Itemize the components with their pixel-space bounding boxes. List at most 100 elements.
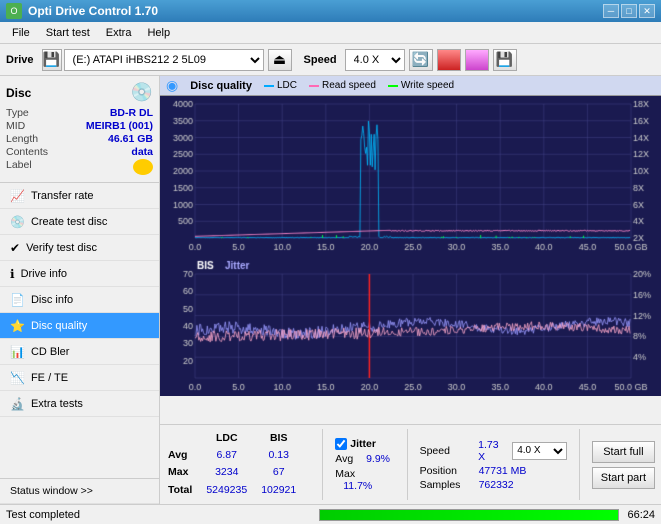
- status-window-button[interactable]: Status window >>: [0, 478, 159, 504]
- title-bar-controls: ─ □ ✕: [603, 4, 655, 18]
- color2-button[interactable]: [465, 49, 489, 71]
- max-bis: 67: [261, 465, 308, 481]
- stats-row-total: Total 5249235 102921: [168, 482, 308, 498]
- speed-select[interactable]: 4.0 X 1.0 X 2.0 X 8.0 X: [345, 49, 405, 71]
- nav-drive-info[interactable]: ℹ Drive info: [0, 261, 159, 287]
- legend-ldc-dot: [264, 85, 274, 87]
- app-icon: O: [6, 3, 22, 19]
- legend-read-speed-dot: [309, 85, 319, 87]
- jitter-max-value: 11.7%: [343, 480, 372, 492]
- chart-header: ◉ Disc quality LDC Read speed Write spee…: [160, 76, 661, 96]
- samples-row: Samples 762332: [420, 479, 567, 491]
- status-window-label: Status window >>: [10, 485, 93, 497]
- stats-area: LDC BIS Avg 6.87 0.13 Max 3234 67: [160, 424, 661, 504]
- maximize-button[interactable]: □: [621, 4, 637, 18]
- label-max: Max: [168, 465, 204, 481]
- divider2: [407, 429, 408, 500]
- fe-te-icon: 📉: [10, 371, 25, 385]
- menu-bar: File Start test Extra Help: [0, 22, 661, 44]
- drive-label: Drive: [6, 54, 34, 66]
- col-empty: [168, 431, 204, 445]
- disc-row-mid: MID MEIRB1 (001): [6, 120, 153, 132]
- nav-transfer-rate[interactable]: 📈 Transfer rate: [0, 183, 159, 209]
- chart-wrapper: ◉ Disc quality LDC Read speed Write spee…: [160, 76, 661, 504]
- chart-title: Disc quality: [190, 80, 252, 92]
- refresh-button[interactable]: 🔄: [409, 49, 433, 71]
- menu-file[interactable]: File: [4, 25, 38, 41]
- charts-container: [160, 96, 661, 424]
- drive-icon: 💾: [42, 49, 62, 71]
- main-content: Disc 💿 Type BD-R DL MID MEIRB1 (001) Len…: [0, 76, 661, 504]
- total-bis: 102921: [261, 482, 308, 498]
- nav-create-test-disc-label: Create test disc: [31, 216, 107, 228]
- create-test-disc-icon: 💿: [10, 215, 25, 229]
- nav-disc-info[interactable]: 📄 Disc info: [0, 287, 159, 313]
- legend-ldc-label: LDC: [277, 80, 297, 91]
- avg-bis: 0.13: [261, 447, 308, 463]
- nav-transfer-rate-label: Transfer rate: [31, 190, 94, 202]
- nav-fe-te-label: FE / TE: [31, 372, 68, 384]
- sidebar: Disc 💿 Type BD-R DL MID MEIRB1 (001) Len…: [0, 76, 160, 504]
- disc-quality-icon: ⭐: [10, 319, 25, 333]
- legend-write-speed-label: Write speed: [401, 80, 454, 91]
- jitter-header: Jitter: [335, 438, 394, 450]
- menu-extra[interactable]: Extra: [98, 25, 140, 41]
- disc-info-panel: Disc 💿 Type BD-R DL MID MEIRB1 (001) Len…: [0, 76, 159, 183]
- nav-verify-test-disc[interactable]: ✔ Verify test disc: [0, 235, 159, 261]
- cd-bler-icon: 📊: [10, 345, 25, 359]
- close-button[interactable]: ✕: [639, 4, 655, 18]
- speed-row: Speed 1.73 X 4.0 X: [420, 439, 567, 463]
- transfer-rate-icon: 📈: [10, 189, 25, 203]
- app-title: Opti Drive Control 1.70: [28, 4, 158, 18]
- nav-extra-tests-label: Extra tests: [31, 398, 83, 410]
- nav-create-test-disc[interactable]: 💿 Create test disc: [0, 209, 159, 235]
- progress-container: [319, 509, 619, 521]
- divider1: [322, 429, 323, 500]
- status-bar: Test completed 66:24: [0, 504, 661, 524]
- eject-button[interactable]: ⏏: [268, 49, 292, 71]
- nav-extra-tests[interactable]: 🔬 Extra tests: [0, 391, 159, 417]
- jitter-avg-value: 9.9%: [366, 453, 390, 465]
- nav-disc-quality[interactable]: ⭐ Disc quality: [0, 313, 159, 339]
- disc-row-length: Length 46.61 GB: [6, 133, 153, 145]
- speed-inline-select[interactable]: 4.0 X: [512, 442, 567, 460]
- drive-select[interactable]: (E:) ATAPI iHBS212 2 5L09: [64, 49, 264, 71]
- jitter-max-row: Max 11.7%: [335, 468, 394, 492]
- stats-row-avg: Avg 6.87 0.13: [168, 447, 308, 463]
- progress-bar: [320, 510, 618, 520]
- jitter-max-label: Max: [335, 468, 355, 480]
- start-part-button[interactable]: Start part: [592, 467, 655, 489]
- stats-row-max: Max 3234 67: [168, 465, 308, 481]
- menu-help[interactable]: Help: [139, 25, 178, 41]
- minimize-button[interactable]: ─: [603, 4, 619, 18]
- disc-row-type: Type BD-R DL: [6, 107, 153, 119]
- stats-table: LDC BIS Avg 6.87 0.13 Max 3234 67: [166, 429, 310, 500]
- position-stat-label: Position: [420, 465, 475, 477]
- nav-cd-bler[interactable]: 📊 CD Bler: [0, 339, 159, 365]
- jitter-section: Jitter Avg 9.9% Max 11.7%: [335, 429, 394, 500]
- col-bis: BIS: [261, 431, 308, 445]
- disc-row-contents: Contents data: [6, 146, 153, 158]
- legend-write-speed: Write speed: [388, 80, 454, 91]
- save-button[interactable]: 💾: [493, 49, 517, 71]
- legend-read-speed-label: Read speed: [322, 80, 376, 91]
- avg-ldc: 6.87: [206, 447, 259, 463]
- legend-write-speed-dot: [388, 85, 398, 87]
- jitter-checkbox[interactable]: [335, 438, 347, 450]
- title-bar: O Opti Drive Control 1.70 ─ □ ✕: [0, 0, 661, 22]
- position-row: Position 47731 MB: [420, 465, 567, 477]
- menu-start-test[interactable]: Start test: [38, 25, 98, 41]
- samples-stat-value: 762332: [479, 479, 514, 491]
- color1-button[interactable]: [437, 49, 461, 71]
- max-ldc: 3234: [206, 465, 259, 481]
- legend-read-speed: Read speed: [309, 80, 376, 91]
- nav-fe-te[interactable]: 📉 FE / TE: [0, 365, 159, 391]
- nav-disc-quality-label: Disc quality: [31, 320, 87, 332]
- status-time: 66:24: [627, 509, 655, 521]
- status-text: Test completed: [6, 509, 311, 521]
- chart2-canvas: [160, 256, 661, 396]
- chart-title-icon: ◉: [166, 77, 178, 94]
- start-full-button[interactable]: Start full: [592, 441, 655, 463]
- position-stat-value: 47731 MB: [479, 465, 527, 477]
- jitter-avg-row: Avg 9.9%: [335, 453, 394, 465]
